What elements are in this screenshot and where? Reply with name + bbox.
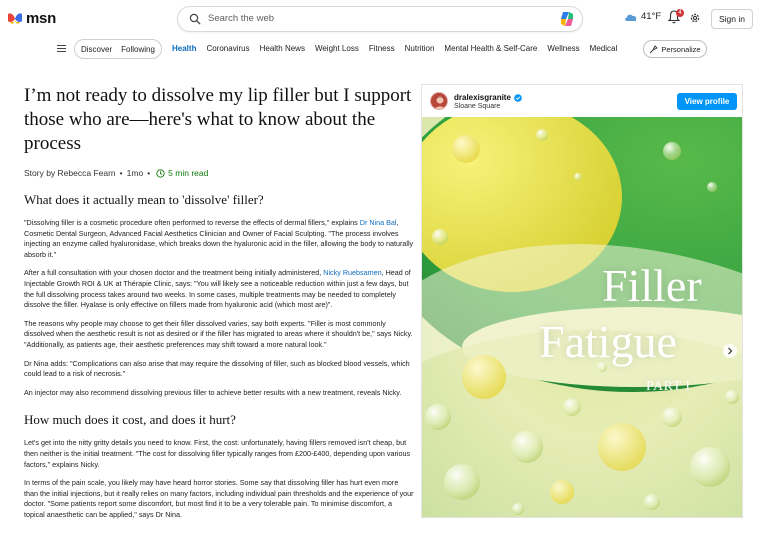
section-heading-dissolve: What does it actually mean to 'dissolve'… bbox=[24, 192, 264, 207]
embed-header: dralexisgranite Sloane Square View profi… bbox=[422, 85, 742, 117]
nav-link-health[interactable]: Health bbox=[172, 44, 196, 53]
article-paragraph: Let's get into the nitty gritty details … bbox=[24, 438, 411, 469]
feed-toggle: Discover Following bbox=[74, 39, 162, 59]
nav-links: Health Coronavirus Health News Weight Lo… bbox=[172, 44, 627, 53]
image-title-line1: Filler bbox=[602, 260, 702, 311]
article-paragraph: Dr Nina adds: "Complications can also ar… bbox=[24, 358, 410, 379]
section-heading-cost: How much does it cost, and does it hurt? bbox=[24, 412, 236, 428]
link-nicky-ruebsamen[interactable]: Nicky Ruebsamen bbox=[323, 268, 381, 277]
view-profile-button[interactable]: View profile bbox=[677, 93, 737, 110]
next-slide-button[interactable] bbox=[723, 344, 737, 358]
article-paragraph: In terms of the pain scale, you likely m… bbox=[24, 478, 414, 519]
search-input[interactable]: Search the web bbox=[208, 13, 274, 24]
butterfly-icon bbox=[8, 12, 22, 24]
nav-link-coronavirus[interactable]: Coronavirus bbox=[206, 44, 249, 53]
image-title-line3: PART I bbox=[646, 379, 691, 394]
nav-link-mental-health[interactable]: Mental Health & Self-Care bbox=[444, 44, 537, 53]
link-dr-nina-bal[interactable]: Dr Nina Bal bbox=[360, 218, 397, 227]
read-time-label: 5 min read bbox=[168, 168, 209, 178]
weather-temperature: 41°F bbox=[641, 11, 662, 22]
sign-in-button[interactable]: Sign in bbox=[711, 9, 753, 29]
article: I’m not ready to dissolve my lip filler … bbox=[24, 84, 414, 528]
weather-widget[interactable]: 41°F bbox=[624, 11, 661, 22]
article-paragraph: "Dissolving filler is a cosmetic procedu… bbox=[24, 218, 414, 259]
image-title-line2: Fatigue bbox=[539, 316, 677, 367]
article-paragraph: After a full consultation with your chos… bbox=[24, 268, 411, 310]
cloud-icon bbox=[625, 14, 637, 21]
account-handle[interactable]: dralexisgranite bbox=[454, 93, 522, 102]
avatar[interactable] bbox=[430, 92, 448, 110]
nav-link-wellness[interactable]: Wellness bbox=[547, 44, 579, 53]
menu-icon[interactable] bbox=[57, 45, 66, 52]
gear-icon[interactable] bbox=[689, 12, 701, 24]
instagram-embed: dralexisgranite Sloane Square View profi… bbox=[421, 84, 743, 518]
personalize-icon bbox=[650, 44, 659, 53]
byline-time: 1mo bbox=[126, 168, 144, 178]
article-paragraph: An injector may also recommend dissolvin… bbox=[24, 387, 402, 397]
personalize-label: Personalize bbox=[661, 44, 701, 54]
avatar-image bbox=[431, 93, 447, 109]
nav-link-medical[interactable]: Medical bbox=[590, 44, 618, 53]
nav-link-weight-loss[interactable]: Weight Loss bbox=[315, 44, 359, 53]
logo-text: msn bbox=[26, 10, 56, 27]
post-image[interactable]: Filler Fatigue PART I bbox=[422, 85, 742, 517]
article-headline: I’m not ready to dissolve my lip filler … bbox=[24, 85, 412, 154]
copilot-icon[interactable] bbox=[558, 10, 576, 28]
byline-author[interactable]: Story by Rebecca Fearn bbox=[24, 168, 116, 178]
tab-discover[interactable]: Discover bbox=[81, 45, 112, 54]
top-bar: msn Search the web 41°F 4 Sign in bbox=[0, 0, 760, 38]
byline-separator: • bbox=[119, 168, 123, 178]
clock-icon bbox=[156, 168, 165, 178]
article-paragraph: The reasons why people may choose to get… bbox=[24, 318, 413, 349]
tab-following[interactable]: Following bbox=[121, 45, 155, 54]
post-location[interactable]: Sloane Square bbox=[454, 103, 500, 110]
notification-badge: 4 bbox=[676, 9, 684, 17]
search-box[interactable]: Search the web bbox=[177, 6, 583, 32]
byline: Story by Rebecca Fearn • 1mo • 5 min rea… bbox=[24, 168, 414, 178]
nav-link-fitness[interactable]: Fitness bbox=[369, 44, 395, 53]
nav-link-health-news[interactable]: Health News bbox=[260, 44, 305, 53]
personalize-button[interactable]: Personalize bbox=[643, 40, 707, 58]
category-nav: Discover Following Health Coronavirus He… bbox=[0, 39, 760, 59]
verified-badge-icon bbox=[514, 93, 522, 102]
chevron-right-icon bbox=[728, 347, 733, 355]
read-time: 5 min read bbox=[156, 168, 208, 178]
nav-link-nutrition[interactable]: Nutrition bbox=[405, 44, 435, 53]
msn-logo[interactable]: msn bbox=[7, 10, 56, 27]
search-icon bbox=[189, 13, 201, 25]
byline-separator: • bbox=[147, 168, 151, 178]
